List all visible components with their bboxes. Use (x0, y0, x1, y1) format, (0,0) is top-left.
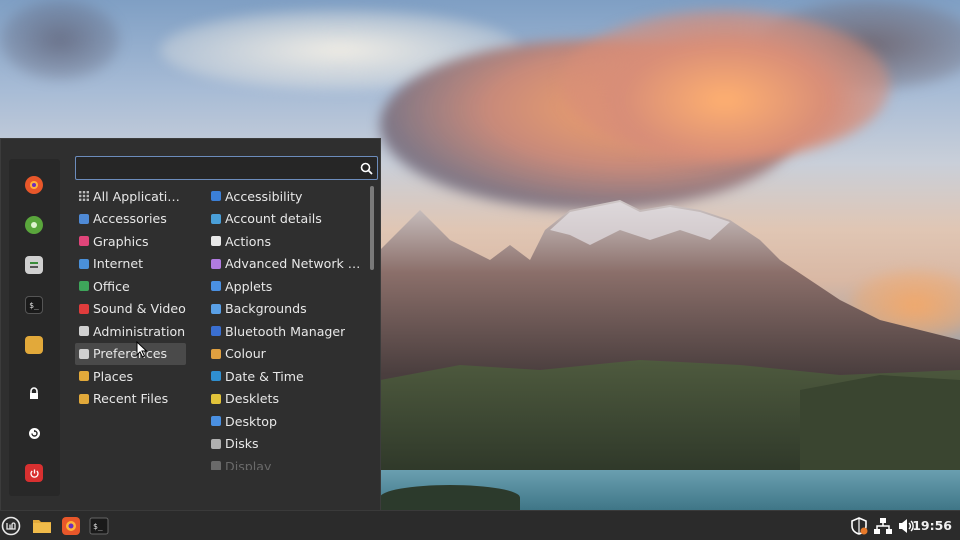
category-label: Places (93, 368, 134, 384)
update-manager-shield-icon[interactable] (848, 515, 870, 537)
lock-screen-icon[interactable] (25, 384, 43, 402)
administration-icon (79, 326, 89, 337)
app-item[interactable]: Backgrounds (207, 298, 367, 321)
internet-icon (79, 258, 89, 269)
applets-icon (211, 281, 221, 292)
app-label: Date & Time (225, 368, 304, 384)
category-item[interactable]: Sound & Video (75, 298, 186, 321)
app-item[interactable]: Disks (207, 433, 367, 456)
preferences-icon (79, 348, 89, 359)
category-item[interactable]: Accessories (75, 208, 186, 231)
app-item[interactable]: Date & Time (207, 365, 367, 388)
category-list: All Applications Accessories Graphics Inter… (75, 185, 186, 410)
category-label: Accessories (93, 211, 167, 227)
app-label: Applets (225, 278, 273, 294)
app-label: Actions (225, 233, 272, 249)
category-item[interactable]: Internet (75, 253, 186, 276)
taskbar: $_ 19:56 (0, 510, 960, 540)
app-label: Display (225, 458, 272, 470)
category-label: Office (93, 278, 130, 294)
search-icon[interactable] (355, 157, 377, 179)
category-label: Graphics (93, 233, 149, 249)
search-input[interactable] (76, 157, 355, 179)
category-item[interactable]: Office (75, 275, 186, 298)
app-item[interactable]: Advanced Network C... (207, 253, 367, 276)
category-label: Sound & Video (93, 301, 186, 317)
app-item[interactable]: Account details (207, 208, 367, 231)
app-label: Advanced Network C... (225, 256, 367, 272)
network-tray-icon[interactable] (872, 515, 894, 537)
date-time-icon (211, 371, 221, 382)
application-menu: $_ All Applications Accessories Graphics In… (0, 138, 381, 510)
app-label: Desktop (225, 413, 277, 429)
shutdown-icon[interactable] (25, 464, 43, 482)
category-label: All Applications (93, 188, 186, 204)
network-icon (211, 258, 221, 269)
category-label: Preferences (93, 346, 168, 362)
firefox-icon[interactable] (25, 176, 43, 194)
files-launcher-icon[interactable] (31, 515, 53, 537)
category-label: Recent Files (93, 391, 169, 407)
software-manager-icon[interactable] (25, 216, 43, 234)
category-label: Internet (93, 256, 144, 272)
category-item[interactable]: All Applications (75, 185, 186, 208)
category-item[interactable]: Administration (75, 320, 186, 343)
app-label: Accessibility (225, 188, 303, 204)
files-icon[interactable] (25, 336, 43, 354)
accessories-icon (79, 213, 89, 224)
app-item[interactable]: Applets (207, 275, 367, 298)
disks-icon (211, 438, 221, 449)
app-item[interactable]: Colour (207, 343, 367, 366)
graphics-icon (79, 236, 89, 247)
menu-button-icon[interactable] (0, 515, 22, 537)
svg-text:$_: $_ (93, 522, 103, 531)
app-item[interactable]: Display (207, 455, 367, 470)
logout-icon[interactable] (25, 424, 43, 442)
grid-icon (79, 191, 89, 202)
app-label: Account details (225, 211, 322, 227)
firefox-launcher-icon[interactable] (60, 515, 82, 537)
app-item[interactable]: Desktop (207, 410, 367, 433)
category-item[interactable]: Preferences (75, 342, 186, 365)
sound-video-icon (79, 303, 89, 314)
category-item[interactable]: Places (75, 365, 186, 388)
terminal-icon[interactable]: $_ (25, 296, 43, 314)
colour-icon (211, 348, 221, 359)
recent-files-folder-icon (79, 393, 89, 404)
app-label: Bluetooth Manager (225, 323, 346, 339)
app-item[interactable]: Bluetooth Manager (207, 320, 367, 343)
app-item[interactable]: Accessibility (207, 185, 367, 208)
category-label: Administration (93, 323, 186, 339)
desklets-icon (211, 393, 221, 404)
category-item[interactable]: Graphics (75, 230, 186, 253)
app-item[interactable]: Actions (207, 230, 367, 253)
office-icon (79, 281, 89, 292)
backgrounds-icon (211, 303, 221, 314)
clock[interactable]: 19:56 (912, 518, 952, 533)
app-label: Backgrounds (225, 301, 307, 317)
account-details-icon (211, 213, 221, 224)
places-folder-icon (79, 371, 89, 382)
search-box[interactable] (75, 156, 378, 180)
app-label: Desklets (225, 391, 280, 407)
actions-icon (211, 236, 221, 247)
application-list: Accessibility Account details Actions Advan… (207, 185, 367, 470)
desktop-icon (211, 416, 221, 427)
app-label: Disks (225, 436, 259, 452)
app-item[interactable]: Desklets (207, 388, 367, 411)
accessibility-icon (211, 191, 221, 202)
app-label: Colour (225, 346, 266, 362)
system-settings-icon[interactable] (25, 256, 43, 274)
terminal-launcher-icon[interactable]: $_ (88, 515, 110, 537)
display-icon (211, 461, 221, 470)
bluetooth-icon (211, 326, 221, 337)
app-list-scrollbar[interactable] (370, 186, 374, 270)
favorites-sidebar (9, 159, 60, 496)
mouse-cursor-icon (136, 341, 148, 358)
category-item[interactable]: Recent Files (75, 388, 186, 411)
